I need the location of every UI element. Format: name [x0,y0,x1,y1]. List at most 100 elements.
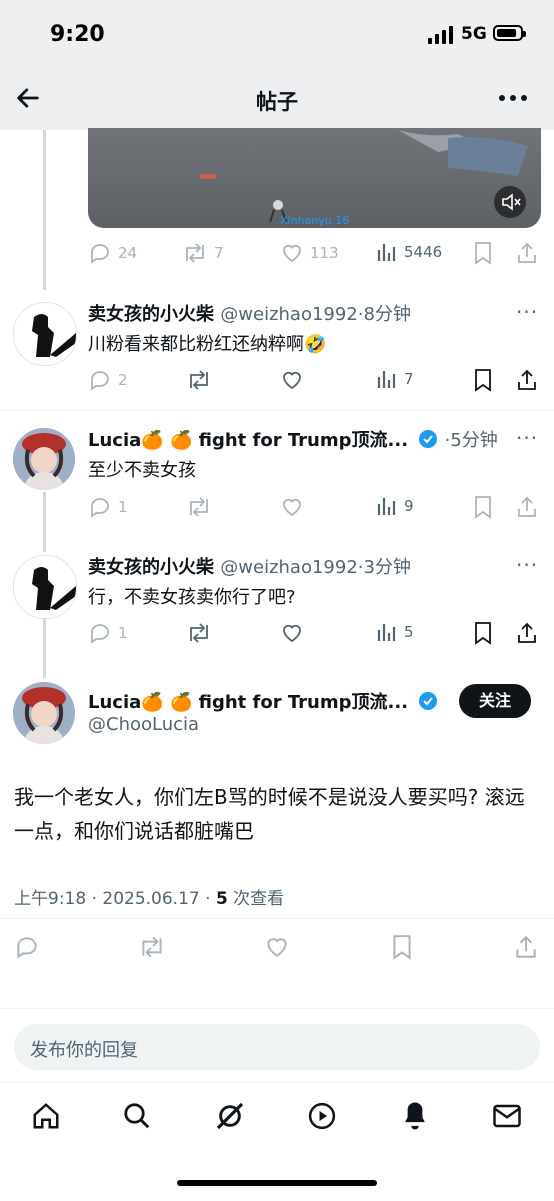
main-post-text: 我一个老女人，你们左B骂的时候不是说没人要买吗? 滚远一点，和你们说话都脏嘴巴 [14,785,525,843]
reply-action[interactable]: 1 [88,621,128,645]
reply-text: 至少不卖女孩 [88,460,196,481]
views-count: 5 [404,623,414,641]
views-count: 7 [404,370,414,388]
battery-icon [493,25,526,41]
reply-icon [91,498,109,518]
share-icon[interactable] [516,621,538,645]
repost-icon[interactable] [186,368,212,392]
author-handle: @weizhao1992 [220,557,358,578]
share-icon[interactable] [516,368,538,392]
views-icon [377,244,396,261]
thread-line [43,618,46,678]
heart-icon[interactable] [280,368,304,392]
views-action[interactable]: 5446 [376,241,442,263]
media-watermark: Xinhanyu 16 [280,214,350,227]
view-label: 次查看 [227,889,285,909]
views-action[interactable]: 5 [376,621,414,643]
verified-badge-icon [419,692,438,710]
reply-input-placeholder: 发布你的回复 [30,1040,138,1061]
reply-action[interactable]: 1 [88,495,128,519]
repost-count: 7 [214,244,224,262]
repost-action[interactable]: 7 [182,241,224,265]
search-icon[interactable] [122,1101,152,1131]
mute-icon[interactable] [494,186,526,218]
reply-author[interactable]: 卖女孩的小火柴 @weizhao1992·8分钟 [88,300,411,326]
more-icon[interactable]: ··· [516,300,538,324]
bookmark-icon[interactable] [472,368,494,392]
status-time: 9:20 [50,22,105,47]
reply-icon [91,624,109,644]
views-count: 5446 [404,243,443,261]
thread-line [43,130,46,290]
post-time: ·5分钟 [444,430,498,451]
reply-text: 行，不卖女孩卖你行了吧? [88,587,296,608]
reply-count: 1 [118,624,128,642]
avatar[interactable] [13,682,75,744]
notifications-icon[interactable] [400,1100,430,1132]
post-media-video[interactable]: Xinhanyu 16 [88,128,541,228]
reply-count: 1 [118,498,128,516]
network-label: 5G [461,24,487,44]
repost-icon [186,243,204,263]
signal-icon [428,26,453,44]
reply-author[interactable]: Lucia🍊 🍊 fight for Trump顶流... ·5分钟 [88,426,498,452]
bookmark-icon[interactable] [390,934,414,960]
share-icon[interactable] [516,241,538,265]
home-icon[interactable] [31,1101,61,1131]
reply-count: 24 [118,244,138,262]
main-post-author[interactable]: Lucia🍊 🍊 fight for Trump顶流... [88,688,438,714]
author-name: Lucia🍊 🍊 fight for Trump顶流... [88,430,409,451]
messages-icon[interactable] [492,1102,522,1130]
share-icon[interactable] [516,495,538,519]
divider [0,410,554,411]
grok-icon[interactable] [214,1100,246,1132]
repost-icon[interactable] [186,495,212,519]
bookmark-icon[interactable] [472,241,494,265]
heart-icon[interactable] [280,621,304,645]
heart-icon [283,244,301,263]
author-handle: @weizhao1992 [220,304,358,325]
repost-icon[interactable] [138,934,166,960]
bookmark-icon[interactable] [472,495,494,519]
reply-action[interactable]: 2 [88,368,128,392]
reply-action[interactable]: 24 [88,241,137,265]
verified-badge-icon [419,430,438,448]
avatar[interactable] [13,428,75,490]
share-icon[interactable] [514,934,538,960]
reply-text: 川粉看来都比粉红还纳粹啊🤣 [88,334,327,355]
author-handle: @ChooLucia [88,714,200,735]
post-timestamp: 上午9:18 · 2025.06.17 · [14,889,216,909]
post-meta: 上午9:18 · 2025.06.17 · 5 次查看 [14,884,284,909]
views-action[interactable]: 9 [376,495,414,517]
reply-icon[interactable] [14,934,40,960]
divider [0,918,554,919]
post-time: ·3分钟 [357,557,411,578]
reply-icon [91,244,109,264]
author-name: Lucia🍊 🍊 fight for Trump顶流... [88,692,409,713]
like-count: 113 [310,244,339,262]
page-title: 帖子 [256,90,298,114]
reply-count: 2 [118,371,128,389]
views-icon [377,498,396,515]
avatar[interactable] [13,555,77,619]
video-icon[interactable] [307,1101,337,1131]
heart-icon[interactable] [280,495,304,519]
avatar[interactable] [13,302,77,366]
reply-author[interactable]: 卖女孩的小火柴 @weizhao1992·3分钟 [88,553,411,579]
reply-icon [91,371,109,391]
divider [0,1008,554,1009]
follow-button[interactable]: 关注 [459,684,531,718]
like-action[interactable]: 113 [280,241,339,265]
views-icon [377,371,396,388]
more-horizontal-icon[interactable] [498,92,528,104]
heart-icon[interactable] [264,934,290,960]
author-name: 卖女孩的小火柴 [88,557,214,578]
more-icon[interactable]: ··· [516,426,538,450]
views-action[interactable]: 7 [376,368,414,390]
post-time: ·8分钟 [357,304,411,325]
author-name: 卖女孩的小火柴 [88,304,214,325]
views-count: 9 [404,497,414,515]
bookmark-icon[interactable] [472,621,494,645]
repost-icon[interactable] [186,621,212,645]
more-icon[interactable]: ··· [516,553,538,577]
